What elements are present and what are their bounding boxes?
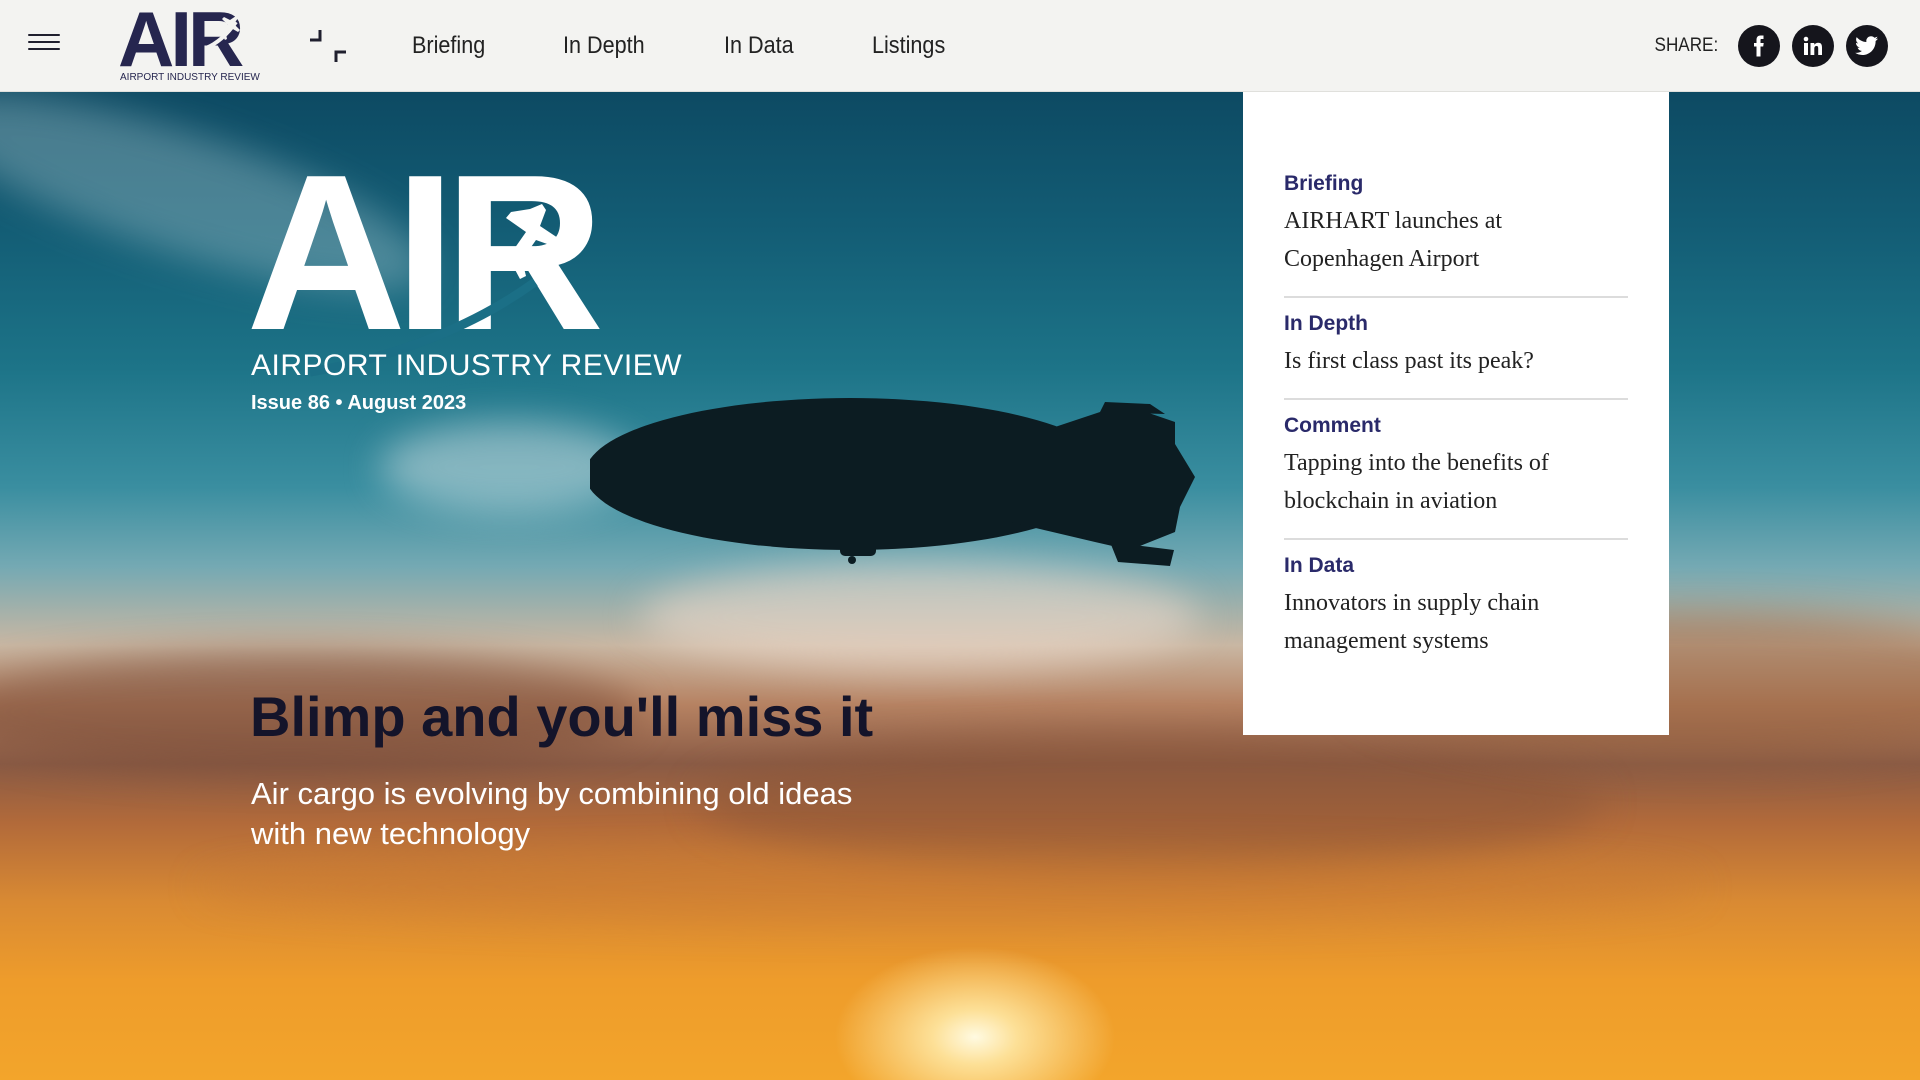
collapse-icon[interactable] xyxy=(306,24,350,68)
cloud-decoration xyxy=(200,852,1700,922)
facebook-icon[interactable] xyxy=(1738,25,1780,67)
nav-in-depth[interactable]: In Depth xyxy=(563,32,645,60)
story-category[interactable]: In Data xyxy=(1284,554,1628,578)
nav-briefing[interactable]: Briefing xyxy=(412,32,485,60)
issue-label: Issue 86 • August 2023 xyxy=(251,392,467,414)
brand-logo-subtitle: AIRPORT INDUSTRY REVIEW xyxy=(120,72,260,83)
share-label: SHARE: xyxy=(1654,35,1719,56)
nav-listings[interactable]: Listings xyxy=(872,32,945,60)
blimp-silhouette xyxy=(590,398,1195,566)
story-item[interactable]: Briefing AIRHART launches at Copenhagen … xyxy=(1284,172,1628,298)
hero-subheadline: Air cargo is evolving by combining old i… xyxy=(251,776,853,851)
top-navigation-bar: AIR AIRPORT INDUSTRY REVIEW Briefing In … xyxy=(0,0,1920,92)
airplane-icon xyxy=(205,16,240,50)
nav-in-data[interactable]: In Data xyxy=(724,32,794,60)
story-category[interactable]: In Depth xyxy=(1284,312,1628,336)
story-title[interactable]: Innovators in supply chain management sy… xyxy=(1284,584,1628,660)
brand-logo[interactable]: AIR AIRPORT INDUSTRY REVIEW xyxy=(118,0,260,86)
hero-logo-subtitle: AIRPORT INDUSTRY REVIEW xyxy=(251,349,683,382)
story-title[interactable]: Tapping into the benefits of blockchain … xyxy=(1284,444,1628,520)
main-nav: Briefing In Depth In Data Listings xyxy=(412,0,953,92)
story-title[interactable]: Is first class past its peak? xyxy=(1284,342,1628,380)
share-bar: SHARE: xyxy=(1651,0,1888,92)
story-item[interactable]: Comment Tapping into the benefits of blo… xyxy=(1284,400,1628,540)
hamburger-menu-icon[interactable] xyxy=(28,34,60,58)
story-category[interactable]: Briefing xyxy=(1284,172,1628,196)
twitter-icon[interactable] xyxy=(1846,25,1888,67)
hero-headline[interactable]: Blimp and you'll miss it xyxy=(250,684,873,749)
story-item[interactable]: In Depth Is first class past its peak? xyxy=(1284,298,1628,400)
story-title[interactable]: AIRHART launches at Copenhagen Airport xyxy=(1284,202,1628,278)
story-item[interactable]: In Data Innovators in supply chain manag… xyxy=(1284,540,1628,678)
stories-panel: Briefing AIRHART launches at Copenhagen … xyxy=(1243,92,1669,735)
story-category[interactable]: Comment xyxy=(1284,414,1628,438)
linkedin-icon[interactable] xyxy=(1792,25,1834,67)
